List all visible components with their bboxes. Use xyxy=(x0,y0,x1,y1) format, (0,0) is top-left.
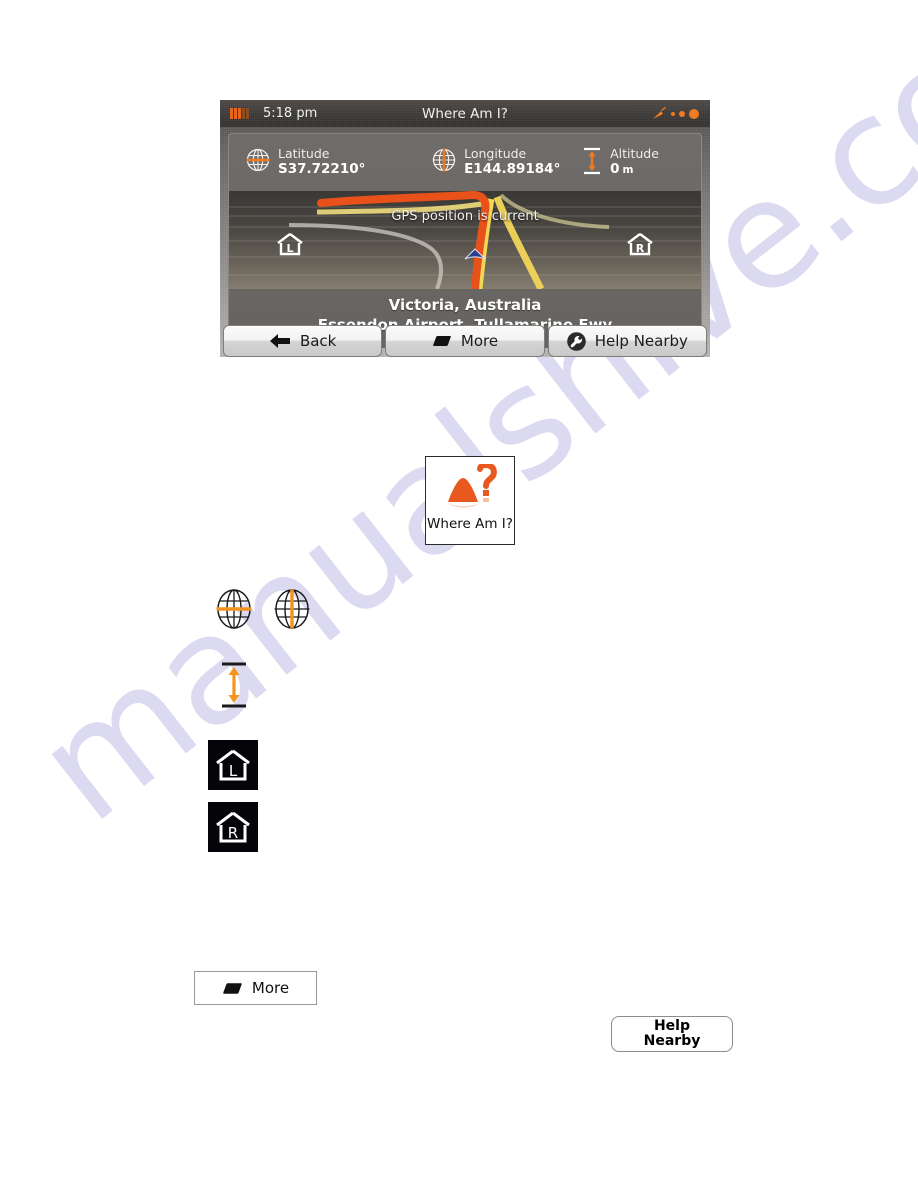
location-info-card: Latitude S37.72210° Longitude E144.89184… xyxy=(228,133,702,348)
altitude-arrow-icon xyxy=(581,146,603,180)
altitude-label: Altitude xyxy=(610,146,659,162)
more-callout-button[interactable]: More xyxy=(194,971,317,1005)
help-nearby-button-label: Help Nearby xyxy=(594,332,688,350)
globe-vertical-callout-icon xyxy=(271,588,313,634)
house-left-letter: L xyxy=(229,762,238,780)
latitude-field: Latitude S37.72210° xyxy=(235,146,431,178)
signal-dot-small xyxy=(671,111,675,116)
altitude-field: Altitude 0m xyxy=(581,146,695,180)
map-preview[interactable]: GPS position is current L R xyxy=(229,191,701,289)
help-nearby-callout-line-1: Help xyxy=(653,1017,691,1034)
latitude-value: S37.72210° xyxy=(278,161,366,178)
more-tile-icon xyxy=(223,982,242,994)
altitude-value-wrap: 0m xyxy=(610,162,659,178)
globe-horizontal-icon xyxy=(245,147,271,177)
gps-device-screenshot: 5:18 pm Where Am I? Latitude S37.72210° … xyxy=(220,100,710,381)
coordinates-row: Latitude S37.72210° Longitude E144.89184… xyxy=(229,134,701,191)
more-tile-icon xyxy=(433,336,451,346)
device-body: Latitude S37.72210° Longitude E144.89184… xyxy=(220,127,710,357)
house-right-callout-icon: R xyxy=(208,802,258,852)
house-right-letter: R xyxy=(228,824,238,842)
signal-dot-medium xyxy=(679,110,685,117)
more-callout-label: More xyxy=(251,979,290,997)
back-button[interactable]: Back xyxy=(223,325,383,357)
where-am-i-tile-label: Where Am I? xyxy=(427,516,513,532)
wrench-icon xyxy=(566,331,586,351)
latitude-label: Latitude xyxy=(278,146,330,162)
globe-horizontal-callout-icon xyxy=(213,588,255,634)
altitude-unit: m xyxy=(622,164,634,177)
house-left-marker-icon: L xyxy=(275,231,305,261)
more-button-label: More xyxy=(460,332,499,350)
device-button-bar: Back More Help Nearby xyxy=(220,325,710,357)
help-nearby-callout-line-2: Nearby xyxy=(643,1033,701,1049)
altitude-value: 0 xyxy=(610,161,620,178)
more-button[interactable]: More xyxy=(385,325,545,357)
altitude-callout-icon xyxy=(216,659,252,715)
svg-text:R: R xyxy=(636,242,645,255)
status-right-group xyxy=(652,107,702,120)
back-button-label: Back xyxy=(299,332,337,350)
screen-title: Where Am I? xyxy=(422,105,508,122)
globe-vertical-icon xyxy=(431,147,457,177)
back-arrow-icon xyxy=(269,334,290,348)
gps-status-message: GPS position is current xyxy=(391,209,539,224)
house-left-callout-icon: L xyxy=(208,740,258,790)
where-am-i-icon xyxy=(447,464,497,508)
signal-dot-large xyxy=(689,108,699,119)
svg-text:L: L xyxy=(286,242,293,255)
house-right-marker-icon: R xyxy=(625,231,655,261)
address-line-1: Victoria, Australia xyxy=(388,296,542,314)
device-status-bar: 5:18 pm Where Am I? xyxy=(220,100,710,127)
help-nearby-callout-button[interactable]: Help Nearby xyxy=(611,1016,733,1052)
longitude-field: Longitude E144.89184° xyxy=(431,146,581,178)
longitude-label: Longitude xyxy=(464,146,527,162)
longitude-value: E144.89184° xyxy=(464,161,561,178)
where-am-i-tile[interactable]: Where Am I? xyxy=(425,456,515,545)
satellite-dish-icon xyxy=(653,107,666,119)
help-nearby-button[interactable]: Help Nearby xyxy=(547,325,707,357)
